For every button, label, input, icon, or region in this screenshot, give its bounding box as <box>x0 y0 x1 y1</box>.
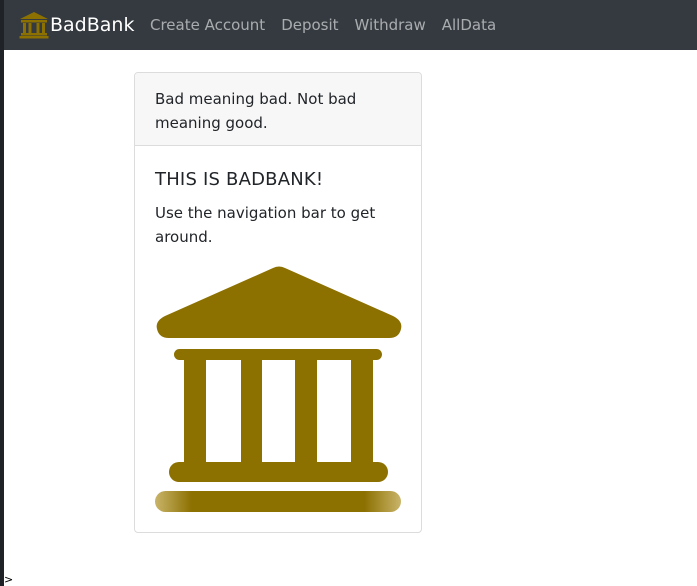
bank-icon <box>19 12 49 39</box>
nav-link-withdraw[interactable]: Withdraw <box>355 16 426 34</box>
home-card: Bad meaning bad. Not bad meaning good. T… <box>134 72 422 533</box>
card-text: Use the navigation bar to get around. <box>155 204 376 246</box>
card-title: THIS IS BADBANK! <box>155 169 324 190</box>
app-window: BadBank Create Account Deposit Withdraw … <box>0 0 697 586</box>
nav-links: Create Account Deposit Withdraw AllData <box>150 0 512 50</box>
nav-link-alldata[interactable]: AllData <box>442 16 496 34</box>
stray-caret-text: > <box>4 573 14 586</box>
brand-link[interactable]: BadBank <box>19 9 134 41</box>
card-body: THIS IS BADBANK! Use the navigation bar … <box>135 146 421 249</box>
navbar: BadBank Create Account Deposit Withdraw … <box>4 0 697 50</box>
window-edge <box>0 0 4 586</box>
brand-name: BadBank <box>50 14 135 36</box>
nav-link-create-account[interactable]: Create Account <box>150 16 265 34</box>
bank-icon <box>155 266 402 512</box>
card-header: Bad meaning bad. Not bad meaning good. <box>135 73 421 146</box>
nav-link-deposit[interactable]: Deposit <box>281 16 338 34</box>
